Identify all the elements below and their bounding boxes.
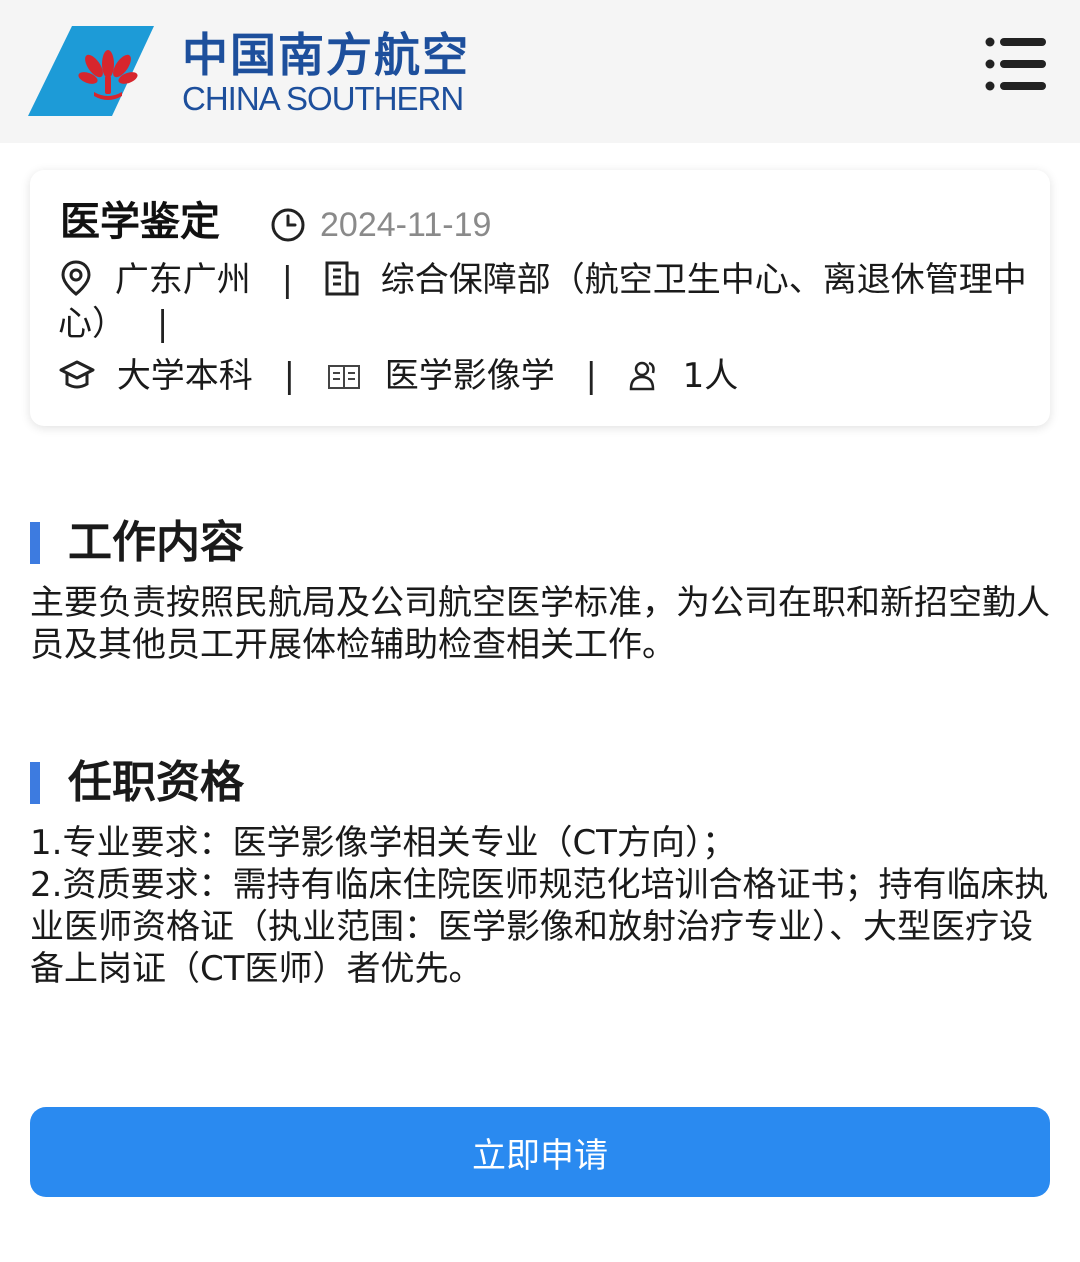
building-icon [325, 261, 359, 296]
separator: | [156, 304, 169, 344]
requirements-title: 任职资格 [68, 757, 244, 808]
requirements-text: 1.专业要求：医学影像学相关专业（CT方向）； 2.资质要求：需持有临床住院医师… [30, 822, 1050, 990]
separator: | [283, 356, 296, 396]
job-requirements-summary: 大学本科 | 医学影像学 | 1人 [58, 354, 1028, 398]
separator: | [281, 260, 294, 300]
duties-title: 工作内容 [68, 517, 244, 568]
location-pin-icon [61, 260, 91, 296]
clock-icon [271, 208, 305, 242]
requirements-section-header: 任职资格 [30, 758, 244, 808]
requirement-item-2: 2.资质要求：需持有临床住院医师规范化培训合格证书；持有临床执业医师资格证（执业… [30, 865, 1049, 989]
section-accent-bar [30, 522, 40, 564]
job-headcount: 1人 [682, 356, 739, 396]
separator: | [585, 356, 597, 396]
graduation-cap-icon [59, 360, 95, 389]
post-date: 2024-11-19 [270, 203, 491, 247]
brand-name-english: CHINA SOUTHERN [182, 80, 464, 117]
requirement-item-1: 1.专业要求：医学影像学相关专业（CT方向）； [30, 823, 736, 863]
job-location: 广东广州 [114, 260, 251, 300]
brand-name-chinese: 中国南方航空 [182, 28, 470, 82]
post-date-text: 2024-11-19 [320, 206, 492, 244]
book-icon [327, 365, 360, 389]
app-header: 中国南方航空 CHINA SOUTHERN [0, 0, 1080, 143]
job-summary-card: 医学鉴定 2024-11-19 广东广州 | 综合保障部（航空卫生中心、离退休管… [30, 170, 1050, 426]
hamburger-menu-icon [985, 37, 1046, 91]
apply-now-button[interactable]: 立即申请 [30, 1107, 1050, 1197]
brand-name: 中国南方航空 CHINA SOUTHERN [182, 30, 470, 116]
china-southern-logo-icon [28, 26, 154, 116]
menu-button[interactable] [984, 36, 1048, 94]
duties-section-header: 工作内容 [30, 518, 244, 568]
duties-text: 主要负责按照民航局及公司航空医学标准，为公司在职和新招空勤人员及其他员工开展体检… [30, 583, 1050, 665]
people-icon [629, 361, 655, 391]
job-major: 医学影像学 [384, 356, 555, 396]
job-title: 医学鉴定 [60, 199, 220, 245]
job-education: 大学本科 [116, 356, 253, 396]
job-location-department: 广东广州 | 综合保障部（航空卫生中心、离退休管理中心） | [58, 258, 1028, 346]
section-accent-bar [30, 762, 40, 804]
